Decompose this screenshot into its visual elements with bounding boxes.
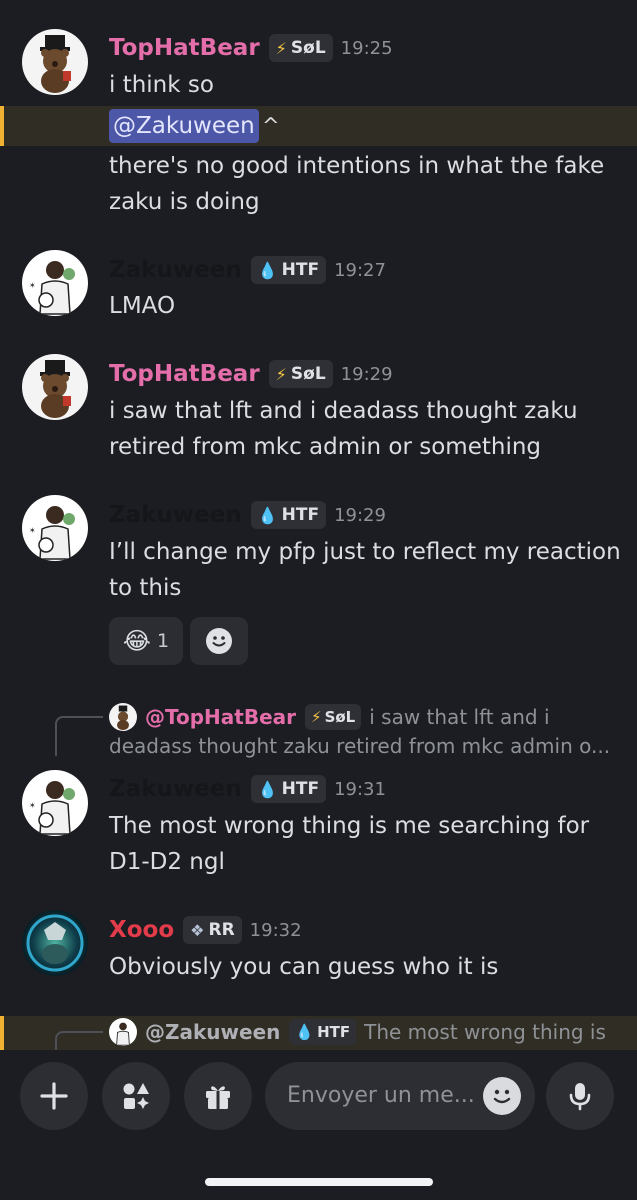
message-list[interactable]: TopHatBear ⚡ SøL 19:25 i think so @Zakuw… <box>0 0 637 1050</box>
apps-button[interactable] <box>102 1062 170 1130</box>
avatar-tophatbear[interactable] <box>22 354 88 420</box>
droplet-icon: 💧 <box>257 779 278 799</box>
guild-tag[interactable]: 💧 HTF <box>250 256 327 284</box>
guild-tag-label: HTF <box>281 779 320 799</box>
timestamp: 19:25 <box>340 37 393 59</box>
user-mention[interactable]: @Zakuween <box>109 109 259 143</box>
avatar-zakuween[interactable]: ✶ <box>22 495 88 561</box>
guild-tag[interactable]: ⚡ SøL <box>268 360 333 388</box>
message-text: zaku is doing <box>109 189 260 215</box>
message-text: The most wrong thing is me searching for <box>109 813 590 839</box>
reply-text: i saw that lft and i <box>369 705 550 729</box>
add-reaction-icon <box>206 628 232 654</box>
message-text: LMAO <box>109 293 176 319</box>
svg-text:✶: ✶ <box>29 526 36 535</box>
guild-tag[interactable]: ❖ RR <box>183 916 242 944</box>
timestamp: 19:29 <box>340 363 393 385</box>
droplet-icon: 💧 <box>295 1023 315 1041</box>
guild-tag[interactable]: 💧 HTF <box>250 775 327 803</box>
reply-author: @Zakuween <box>145 1020 281 1044</box>
mention-highlight: @Zakuween ^ <box>0 106 637 146</box>
add-reaction-button[interactable] <box>190 617 248 665</box>
reply-connector <box>55 716 103 756</box>
reply-text: deadass thought zaku retired from mkc ad… <box>109 734 611 758</box>
guild-tag-label: SøL <box>290 364 326 384</box>
guild-tag-label: HTF <box>317 1023 351 1041</box>
bear-icon <box>109 703 137 731</box>
guild-tag[interactable]: ⚡ SøL <box>268 34 333 62</box>
reaction-laughing[interactable]: 😂 1 <box>109 617 183 665</box>
username[interactable]: Zakuween <box>109 253 242 287</box>
voice-message-button[interactable] <box>546 1062 614 1130</box>
message-text: to this <box>109 575 182 601</box>
username[interactable]: TopHatBear <box>109 357 260 391</box>
reply-avatar <box>109 1018 137 1046</box>
message-text: ^ <box>262 114 280 138</box>
reaction-count: 1 <box>156 630 170 652</box>
message-text: there's no good intentions in what the f… <box>109 153 605 179</box>
username[interactable]: Xooo <box>109 913 174 947</box>
message-text: Obviously you can guess who it is <box>109 954 499 980</box>
diamond-icon: ❖ <box>190 920 205 940</box>
footballer-icon: ✶ <box>22 495 88 561</box>
bear-icon <box>22 29 88 95</box>
mention-edge <box>0 106 4 146</box>
reply-author: @TopHatBear <box>145 705 297 729</box>
droplet-icon: 💧 <box>257 260 278 280</box>
reply-avatar <box>109 703 137 731</box>
reply-connector <box>55 1031 103 1050</box>
guild-tag-label: HTF <box>281 260 320 280</box>
reply-preview[interactable]: @Zakuween 💧 HTF The most wrong thing is <box>109 1017 606 1047</box>
timestamp: 19:32 <box>249 919 302 941</box>
mention-edge <box>0 1016 4 1050</box>
gift-button[interactable] <box>184 1062 252 1130</box>
laughing-emoji-icon: 😂 <box>122 627 151 655</box>
guild-tag-label: HTF <box>281 505 320 525</box>
avatar-xooo[interactable] <box>22 910 88 976</box>
guild-tag: ⚡ SøL <box>305 704 362 730</box>
footballer-icon: ✶ <box>22 770 88 836</box>
gift-icon <box>206 1086 230 1109</box>
guild-tag[interactable]: 💧 HTF <box>250 501 327 529</box>
lightning-icon: ⚡ <box>275 364 287 384</box>
message-input-placeholder: Envoyer un me... <box>287 1083 475 1108</box>
plus-icon <box>40 1082 68 1110</box>
message-text: retired from mkc admin or something <box>109 434 542 460</box>
smiley-icon <box>493 1089 511 1104</box>
footballer-icon <box>109 1018 137 1046</box>
droplet-icon: 💧 <box>257 505 278 525</box>
guild-tag: 💧 HTF <box>289 1019 357 1045</box>
guild-tag-label: RR <box>208 920 235 940</box>
message-text: I’ll change my pfp just to reflect my re… <box>109 539 621 565</box>
character-icon <box>22 910 88 976</box>
lightning-icon: ⚡ <box>311 708 322 726</box>
apps-icon <box>123 1083 149 1109</box>
home-indicator[interactable] <box>205 1178 433 1186</box>
username[interactable]: Zakuween <box>109 498 242 532</box>
avatar-zakuween[interactable]: ✶ <box>22 770 88 836</box>
avatar-zakuween[interactable]: ✶ <box>22 250 88 316</box>
timestamp: 19:29 <box>334 504 386 526</box>
microphone-icon <box>569 1083 591 1111</box>
footballer-icon: ✶ <box>22 250 88 316</box>
guild-tag-label: SøL <box>324 708 356 726</box>
reply-text: The most wrong thing is <box>364 1020 606 1044</box>
message-input[interactable]: Envoyer un me... <box>265 1062 535 1130</box>
username[interactable]: Zakuween <box>109 772 242 806</box>
emoji-picker-icon[interactable] <box>483 1077 521 1115</box>
svg-text:✶: ✶ <box>29 801 36 810</box>
add-attachment-button[interactable] <box>20 1062 88 1130</box>
svg-text:✶: ✶ <box>29 281 36 290</box>
username[interactable]: TopHatBear <box>109 31 260 65</box>
reply-preview[interactable]: @TopHatBear ⚡ SøL i saw that lft and i <box>109 702 550 732</box>
avatar-tophatbear[interactable] <box>22 29 88 95</box>
message-text: i think so <box>109 72 214 98</box>
message-text: i saw that lft and i deadass thought zak… <box>109 398 578 424</box>
lightning-icon: ⚡ <box>275 38 287 58</box>
message-text: D1-D2 ngl <box>109 849 225 875</box>
guild-tag-label: SøL <box>290 38 326 58</box>
bear-icon <box>22 354 88 420</box>
timestamp: 19:27 <box>334 259 386 281</box>
timestamp: 19:31 <box>334 778 386 800</box>
